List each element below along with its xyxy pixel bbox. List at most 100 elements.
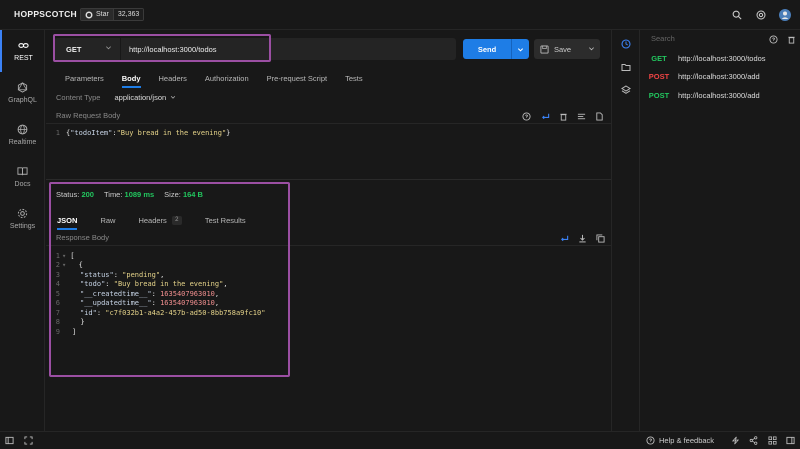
nav-docs[interactable]: Docs (0, 156, 45, 198)
panel-toggle-icon[interactable] (785, 435, 796, 446)
code-line: 2 ▾ { (55, 261, 83, 270)
left-nav: REST GraphQL Realtime Docs Settings (0, 30, 45, 431)
nav-realtime[interactable]: Realtime (0, 114, 45, 156)
time-info: Time: 1089 ms (103, 190, 155, 199)
size-value: 164 B (182, 190, 203, 199)
help-icon (646, 436, 655, 445)
chevron-down-icon (517, 47, 524, 52)
url-value: http://localhost:3000/todos (129, 44, 217, 54)
line-number: 1 (55, 128, 60, 137)
copy-icon[interactable] (595, 233, 605, 243)
wrap-lines-icon[interactable] (559, 233, 569, 243)
tab-authorization[interactable]: Authorization (196, 68, 258, 88)
star-count: 32,363 (112, 9, 144, 20)
url-row: GET http://localhost:3000/todos Send Sav… (46, 30, 611, 68)
download-icon[interactable] (577, 233, 587, 243)
code-line: 1 ▾[ (55, 251, 75, 260)
history-item[interactable]: POST http://localhost:3000/add (640, 86, 800, 104)
response-body-viewer[interactable]: 1 ▾[ 2 ▾ { 3 "status": "pending", 4 "todo": … (46, 251, 611, 337)
tab-tests[interactable]: Tests (336, 68, 372, 88)
raw-body-label: Raw Request Body (56, 111, 121, 120)
tab-test-results[interactable]: Test Results (191, 210, 255, 230)
content-type-value: application/json (114, 92, 167, 102)
folder-icon[interactable] (620, 61, 632, 73)
method-select[interactable]: GET (54, 38, 120, 60)
tab-raw[interactable]: Raw (86, 210, 124, 230)
top-bar: HOPPSCOTCH Star 32,363 (0, 0, 800, 30)
layers-icon[interactable] (620, 84, 632, 96)
trash-icon[interactable] (558, 111, 568, 121)
nav-rest-label: REST (14, 55, 33, 62)
search-icon[interactable] (730, 8, 743, 21)
nav-docs-label: Docs (14, 181, 31, 188)
gear-icon (17, 208, 28, 219)
tab-response-headers[interactable]: Headers 2 (124, 210, 190, 230)
history-search-input[interactable]: Search (651, 34, 675, 43)
tab-body[interactable]: Body (113, 68, 150, 88)
response-body-label: Response Body (56, 233, 109, 242)
lightning-icon[interactable] (730, 435, 741, 446)
content-type-row: Content Type application/json (56, 90, 176, 104)
code-line: 3 "status": "pending", (55, 270, 165, 279)
clock-icon[interactable] (620, 38, 632, 50)
code-line: 5 "__createdtime__": 1635407963010, (55, 289, 220, 298)
url-input[interactable]: http://localhost:3000/todos (121, 38, 456, 60)
sidebar-toggle-icon[interactable] (4, 435, 15, 446)
star-label: Star (96, 11, 109, 18)
wrap-lines-icon[interactable] (540, 111, 550, 121)
tab-parameters[interactable]: Parameters (56, 68, 113, 88)
clear-history-icon[interactable] (786, 34, 796, 44)
response-body-bar: Response Body (46, 230, 611, 246)
nav-realtime-label: Realtime (8, 139, 37, 146)
help-feedback-label: Help & feedback (659, 436, 715, 445)
save-button[interactable]: Save (534, 39, 600, 59)
raw-body-bar: Raw Request Body (46, 108, 611, 124)
history-url: http://localhost:3000/todos (678, 53, 766, 63)
history-panel: Search GET http://localhost:3000/todos P… (611, 30, 800, 431)
pane-divider[interactable] (46, 179, 611, 180)
content-type-label: Content Type (56, 92, 101, 102)
code-line: 1 {"todoItem":"Buy bread in the evening"… (46, 128, 611, 138)
link-icon (18, 43, 29, 48)
github-star-button[interactable]: Star 32,363 (80, 8, 145, 21)
share-icon[interactable] (748, 435, 759, 446)
size-info: Size: 164 B (164, 190, 203, 199)
shortcuts-icon[interactable] (767, 435, 778, 446)
chevron-down-icon (106, 46, 111, 50)
nav-rest[interactable]: REST (0, 30, 45, 72)
book-icon (17, 167, 28, 176)
send-options-button[interactable] (511, 39, 529, 59)
headers-count-badge: 2 (171, 215, 182, 225)
nav-settings[interactable]: Settings (0, 198, 45, 240)
help-feedback-button[interactable]: Help & feedback (646, 436, 714, 445)
tab-headers[interactable]: Headers (150, 68, 196, 88)
history-item[interactable]: POST http://localhost:3000/add (640, 67, 800, 85)
graphql-icon (17, 82, 28, 93)
help-icon[interactable] (768, 34, 778, 44)
format-icon[interactable] (576, 111, 586, 121)
help-icon[interactable] (521, 111, 531, 121)
code-line: 4 "todo": "Buy bread in the evening", (55, 280, 228, 289)
history-url: http://localhost:3000/add (678, 71, 760, 81)
content-type-select[interactable]: application/json (114, 93, 176, 102)
request-body-editor[interactable]: 1 {"todoItem":"Buy bread in the evening"… (46, 128, 611, 138)
send-label: Send (477, 44, 497, 54)
fullscreen-icon[interactable] (23, 435, 34, 446)
chevron-down-icon[interactable] (588, 45, 595, 52)
tab-pre-request-script[interactable]: Pre-request Script (258, 68, 336, 88)
status-badge: 200 (81, 190, 94, 199)
nav-graphql[interactable]: GraphQL (0, 72, 45, 114)
code-line: 6 "__updatedtime__": 1635407963010, (55, 299, 220, 308)
file-icon[interactable] (594, 111, 604, 121)
send-button[interactable]: Send (463, 39, 529, 59)
tab-json[interactable]: JSON (48, 210, 86, 230)
response-tabs: JSON Raw Headers 2 Test Results (46, 210, 611, 230)
help-ring-icon[interactable] (754, 8, 767, 21)
avatar[interactable] (778, 8, 791, 21)
nav-settings-label: Settings (9, 223, 36, 230)
request-tabs: Parameters Body Headers Authorization Pr… (46, 68, 611, 88)
app-brand[interactable]: HOPPSCOTCH (14, 9, 77, 19)
nav-graphql-label: GraphQL (8, 97, 37, 104)
history-item[interactable]: GET http://localhost:3000/todos (640, 49, 800, 67)
chevron-down-icon (171, 95, 176, 99)
